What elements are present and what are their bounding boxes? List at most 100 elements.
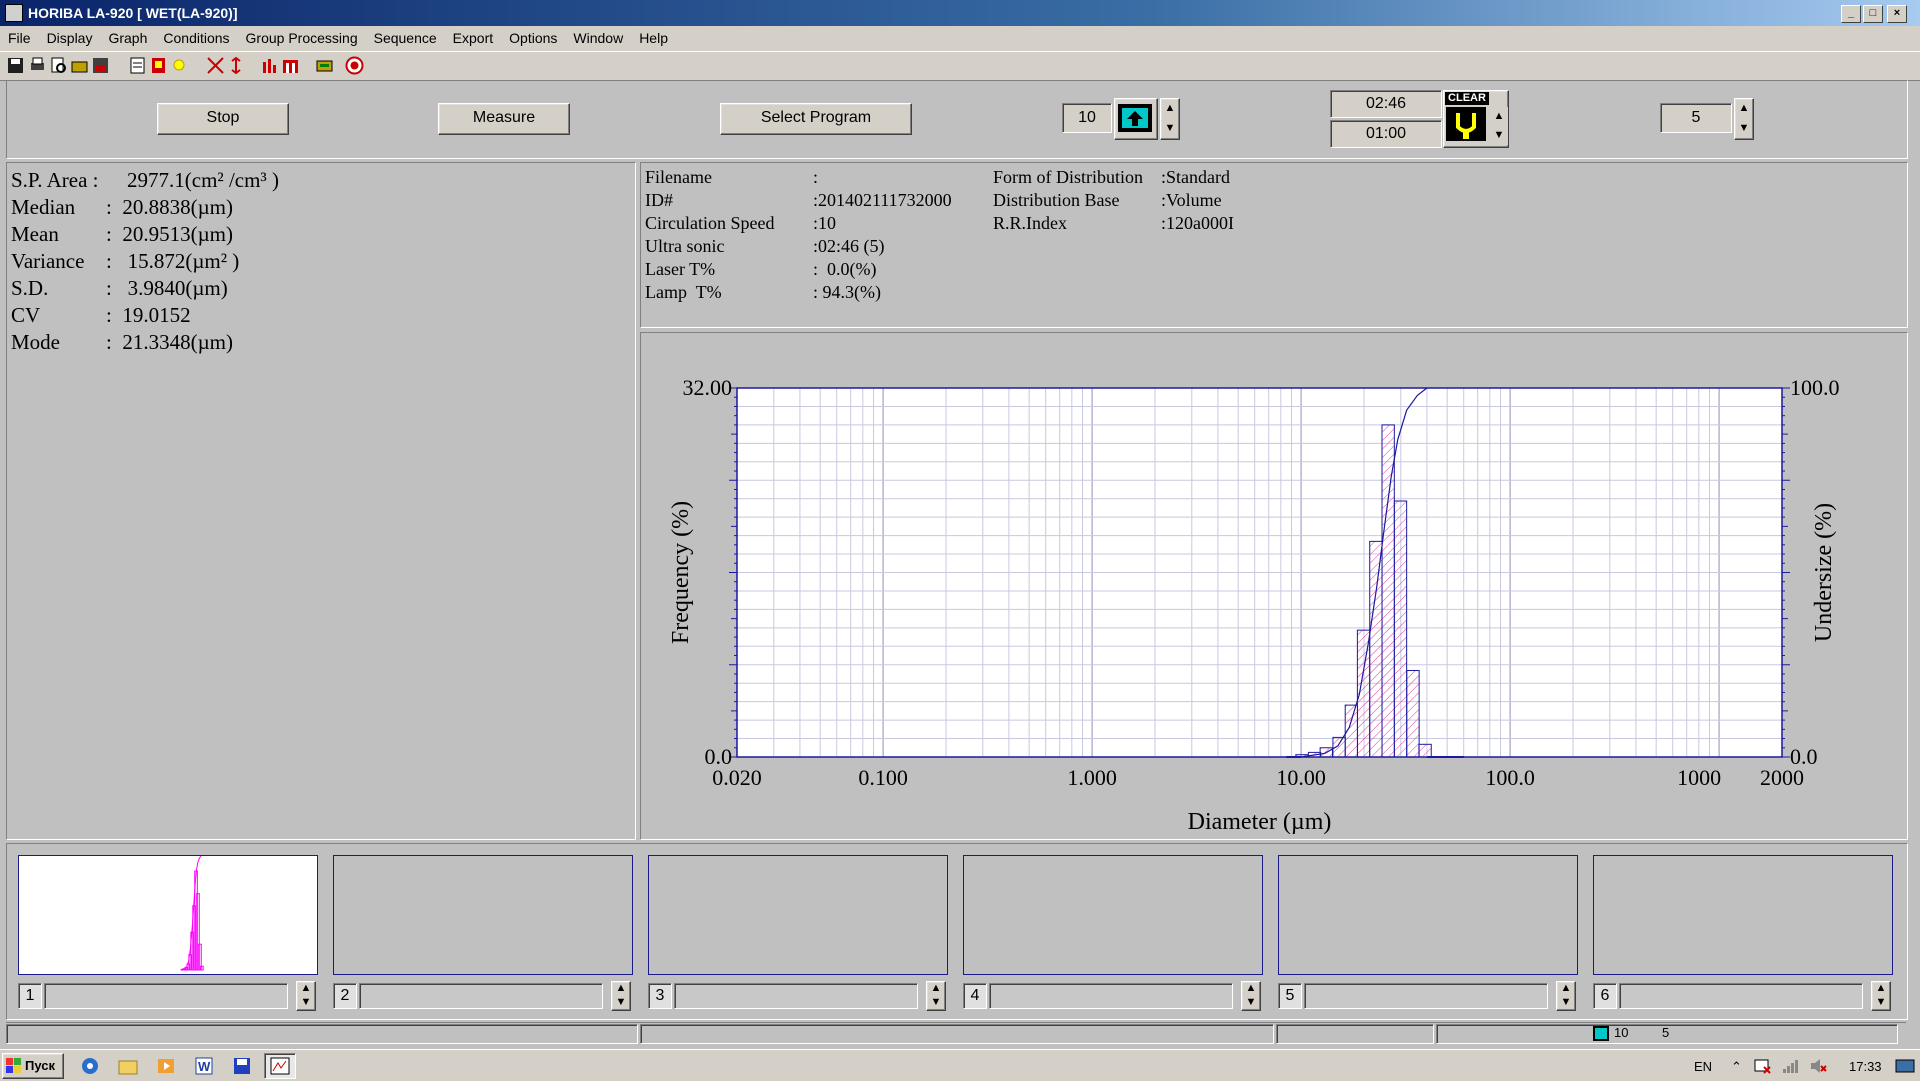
thumbnail-name-field[interactable] [44,983,288,1009]
maximize-button[interactable]: □ [1863,5,1883,23]
thumbnail-name-field[interactable] [359,983,603,1009]
thumbnail-spinner[interactable]: ▲ ▼ [611,981,631,1011]
spin-down-icon[interactable]: ▼ [1735,119,1753,139]
save-icon[interactable] [6,56,25,75]
data-list-icon[interactable] [128,56,147,75]
show-desktop-icon[interactable] [1895,1058,1915,1074]
print-preview-icon[interactable] [49,56,68,75]
close-button[interactable]: × [1887,5,1907,23]
menu-display[interactable]: Display [39,26,101,51]
spin-up-icon[interactable]: ▲ [927,982,945,996]
clock: 17:33 [1849,1059,1882,1074]
window-title: HORIBA LA-920 [ WET(LA-920)] [28,5,238,21]
overlay-histogram-icon[interactable] [281,56,300,75]
spin-down-icon[interactable]: ▼ [1161,119,1179,139]
info-label: Distribution Base [993,190,1120,210]
windows-logo-icon [6,1058,21,1073]
spin-down-icon[interactable]: ▼ [927,996,945,1010]
start-button[interactable]: Пуск [2,1053,64,1079]
thumbnail-name-field[interactable] [1304,983,1548,1009]
ie-icon[interactable] [80,1056,100,1076]
histogram-icon[interactable] [260,56,279,75]
menu-help[interactable]: Help [631,26,676,51]
menu-file[interactable]: File [0,26,39,51]
info-label: Ultra sonic [645,236,725,256]
menu-sequence[interactable]: Sequence [366,26,445,51]
circulation-spinner[interactable]: ▲ ▼ [1160,98,1180,140]
thumbnail-1[interactable] [18,855,318,975]
media-player-icon[interactable] [156,1056,176,1076]
thumbnail-6[interactable] [1593,855,1893,975]
spin-up-icon[interactable]: ▲ [1557,982,1575,996]
thumbnail-spinner[interactable]: ▲ ▼ [296,981,316,1011]
spin-down-icon[interactable]: ▼ [612,996,630,1010]
spin-up-icon[interactable]: ▲ [297,982,315,996]
y-tick-label: 32.00 [683,375,733,400]
agitation-spinner[interactable]: ▲ ▼ [1734,98,1754,140]
floppy-icon[interactable] [232,1056,252,1076]
pump-icon [1118,104,1152,132]
thumbnail-5[interactable] [1278,855,1578,975]
clear-button[interactable]: CLEAR ▲ ▼ [1443,90,1509,148]
stop-button[interactable]: Stop [157,103,289,135]
spin-up-icon[interactable]: ▲ [1490,107,1508,126]
toolbar [0,51,1920,81]
thumbnail-spinner[interactable]: ▲ ▼ [1556,981,1576,1011]
vertical-scale-icon[interactable] [227,56,246,75]
thumbnail-spinner[interactable]: ▲ ▼ [1241,981,1261,1011]
spin-down-icon[interactable]: ▼ [297,996,315,1010]
horiba-task-button[interactable] [264,1053,296,1079]
ultrasonic-time: 02:46 [1330,90,1442,118]
thumbnail-name-field[interactable] [1619,983,1863,1009]
stat-label: Mode [11,330,60,354]
menu-options[interactable]: Options [501,26,565,51]
zoom-fit-icon[interactable] [206,56,225,75]
select-program-button[interactable]: Select Program [720,103,912,135]
ultrasonic-spinner[interactable]: ▲ ▼ [1490,107,1508,145]
thumbnail-3[interactable] [648,855,948,975]
menu-conditions[interactable]: Conditions [155,26,237,51]
thumbnail-spinner[interactable]: ▲ ▼ [1871,981,1891,1011]
info-value: : 0.0(%) [813,259,877,279]
status-bar: 10 5 [6,1022,1906,1045]
folder-icon[interactable] [118,1056,138,1076]
thumbnail-2[interactable] [333,855,633,975]
spin-up-icon[interactable]: ▲ [1872,982,1890,996]
info-label: Circulation Speed [645,213,775,233]
spin-down-icon[interactable]: ▼ [1242,996,1260,1010]
spin-down-icon[interactable]: ▼ [1490,126,1508,145]
printer-settings-icon[interactable] [315,56,334,75]
spin-down-icon[interactable]: ▼ [1557,996,1575,1010]
thumbnail-4[interactable] [963,855,1263,975]
network-icon[interactable] [1781,1057,1799,1075]
action-center-icon[interactable] [1753,1057,1771,1075]
thumbnail-index: 5 [1278,983,1302,1009]
x-tick-label: 1000 [1677,765,1721,790]
spin-up-icon[interactable]: ▲ [1242,982,1260,996]
language-indicator[interactable]: EN [1694,1059,1712,1074]
tray-expand-icon[interactable]: ⌃ [1731,1059,1742,1075]
disk-icon[interactable] [91,56,110,75]
menu-window[interactable]: Window [565,26,631,51]
thumbnail-name-field[interactable] [989,983,1233,1009]
measure-button[interactable]: Measure [438,103,570,135]
circulation-pump-button[interactable] [1114,98,1158,140]
thumbnail-name-field[interactable] [674,983,918,1009]
sun-icon[interactable] [170,56,189,75]
volume-muted-icon[interactable] [1809,1057,1827,1075]
menu-graph[interactable]: Graph [100,26,155,51]
x-tick-label: 1.000 [1067,765,1117,790]
spin-up-icon[interactable]: ▲ [612,982,630,996]
sample-icon[interactable] [149,56,168,75]
spin-up-icon[interactable]: ▲ [1161,99,1179,119]
open-icon[interactable] [70,56,89,75]
word-icon[interactable]: W [194,1056,214,1076]
menu-group-processing[interactable]: Group Processing [238,26,366,51]
thumbnail-spinner[interactable]: ▲ ▼ [926,981,946,1011]
menu-export[interactable]: Export [445,26,501,51]
spin-down-icon[interactable]: ▼ [1872,996,1890,1010]
target-icon[interactable] [345,56,364,75]
minimize-button[interactable]: _ [1841,5,1861,23]
print-icon[interactable] [28,56,47,75]
spin-up-icon[interactable]: ▲ [1735,99,1753,119]
